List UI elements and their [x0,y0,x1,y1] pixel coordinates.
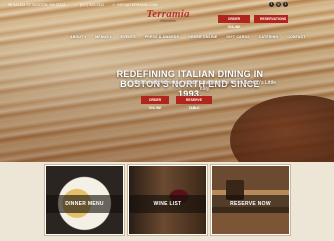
wine-list-card[interactable]: WINE LIST [127,164,208,236]
instagram-icon[interactable]: ◎ [276,2,281,7]
email-icon: ✉ [112,2,116,7]
header-reservations-button[interactable]: RESERVATIONS [254,15,288,23]
nav-item-catering[interactable]: CATERING [259,35,279,39]
main-nav: ABOUT▾ MENUS▾ EVENTS PRESS & AWARDS ORDE… [70,35,306,39]
nav-item-contact[interactable]: CONTACT [287,35,305,39]
chevron-down-icon: ▾ [84,35,87,39]
card-label: DINNER MENU [65,201,104,207]
twitter-icon[interactable]: t [283,2,288,7]
card-label: WINE LIST [153,201,182,207]
location-icon: ⌖ [4,2,7,7]
facebook-icon[interactable]: f [269,2,274,7]
dinner-menu-card[interactable]: DINNER MENU [44,164,125,236]
nav-item-order-online[interactable]: ORDER ONLINE [188,35,217,39]
reserve-now-card[interactable]: RESERVE NOW [210,164,291,236]
nav-item-gift-cards[interactable]: GIFT CARDS [226,35,249,39]
address-info[interactable]: ⌖ 98 SALEM ST. BOSTON, MA 02113 [4,3,65,7]
site-logo[interactable]: Terramia Ristorante [138,8,198,23]
phone-info[interactable]: ☏ (617) 523-3112 [73,3,104,7]
feature-cards: DINNER MENU WINE LIST RESERVE NOW [44,164,291,236]
email-info[interactable]: ✉ INFO@TERRAMIA.COM [112,3,157,7]
nav-item-about[interactable]: ABOUT▾ [70,35,86,39]
chevron-down-icon: ▾ [109,35,112,39]
social-links: f ◎ t [269,2,288,7]
phone-icon: ☏ [73,2,78,7]
header-order-online-button[interactable]: ORDER ONLINE [218,15,250,29]
nav-item-press-awards[interactable]: PRESS & AWARDS [145,35,179,39]
nav-item-events[interactable]: EVENTS [121,35,136,39]
hero-tagline: Seasonally, inventive italian cuisine in… [134,80,276,93]
hero-reserve-table-button[interactable]: RESERVE TABLE [176,96,212,110]
nav-item-menus[interactable]: MENUS▾ [95,35,111,39]
card-label: RESERVE NOW [230,201,271,207]
hero-order-online-button[interactable]: ORDER ONLINE [141,96,169,110]
